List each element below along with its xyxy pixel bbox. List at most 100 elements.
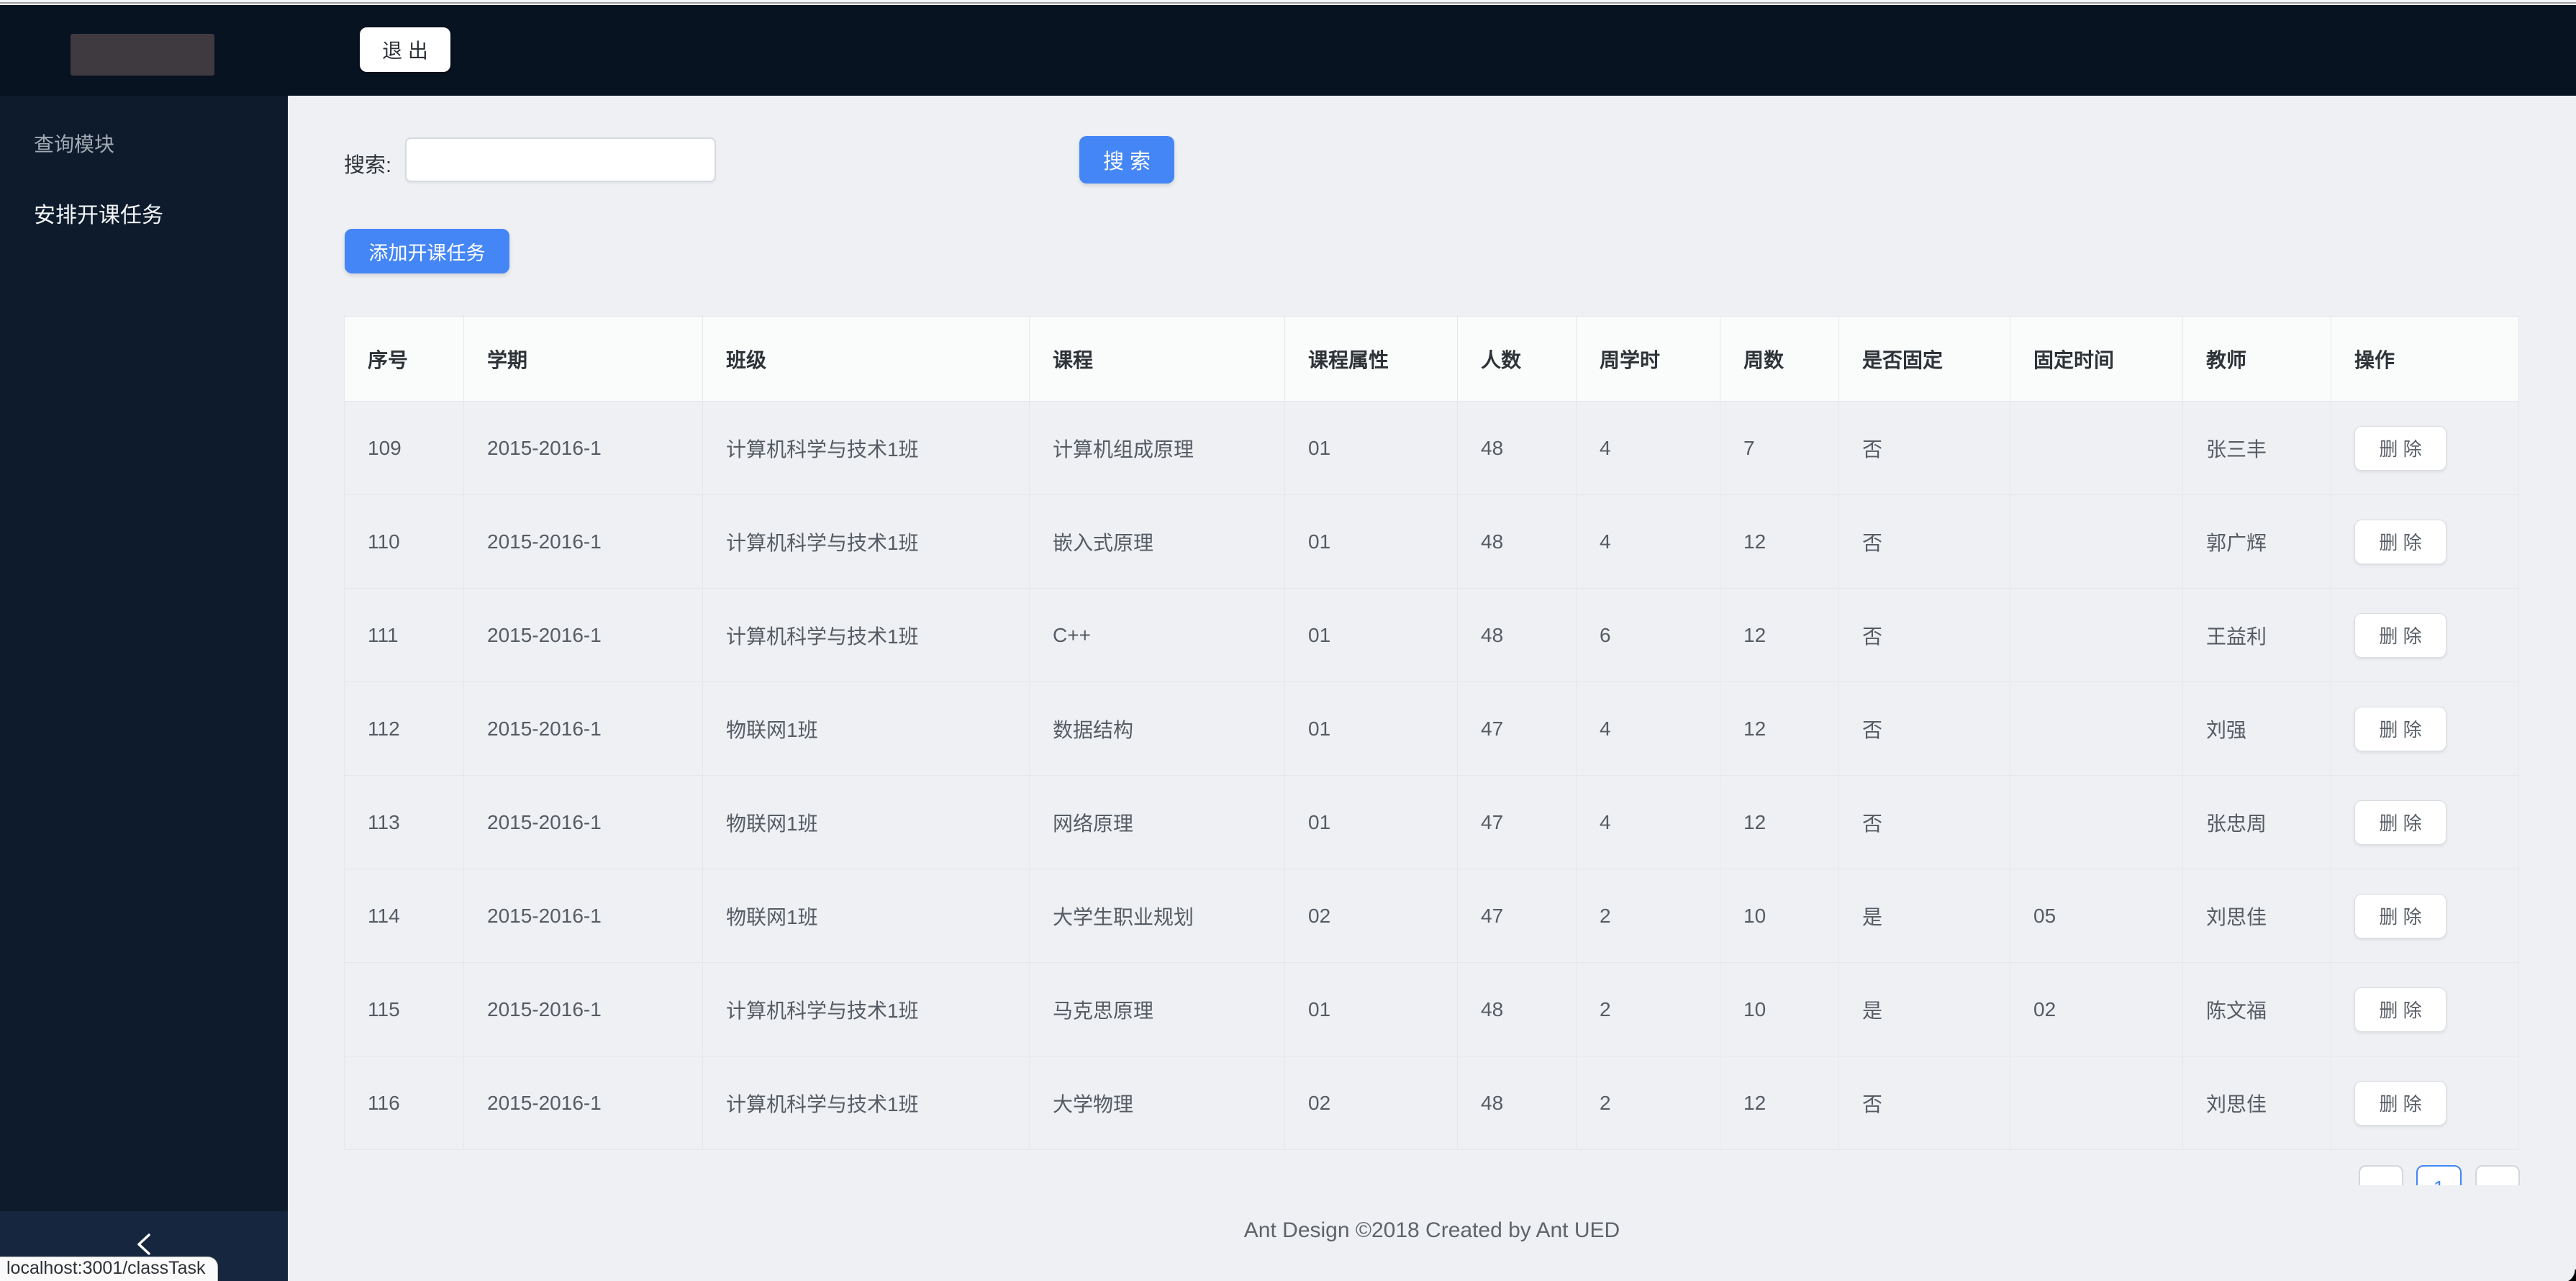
delete-button[interactable]: 删 除 [2354, 987, 2446, 1032]
cell-fixed: 是 [1838, 962, 2010, 1056]
cell-course_type: 02 [1284, 869, 1458, 963]
cell-semester: 2015-2016-1 [463, 869, 703, 963]
cell-course: 大学物理 [1029, 1056, 1285, 1150]
search-button[interactable]: 搜 索 [1079, 136, 1174, 184]
cell-fixed: 是 [1838, 869, 2010, 963]
cell-course_type: 01 [1284, 494, 1458, 589]
cell-id: 111 [344, 588, 464, 682]
cell-class: 物联网1班 [702, 869, 1030, 963]
cell-weekly_hours: 4 [1576, 401, 1720, 495]
cell-semester: 2015-2016-1 [463, 494, 703, 589]
cell-weeks: 7 [1720, 401, 1839, 495]
main-content: 搜索: 搜 索 添加开课任务 序号 学期 班级 课程 课程属性 人数 周学时 周数 是否固定 固定… [288, 96, 2576, 1281]
cell-fixed_time: 05 [2010, 869, 2183, 963]
cell-class: 计算机科学与技术1班 [702, 401, 1030, 495]
table-row: 112 2015-2016-1 物联网1班 数据结构 01 47 4 12 否 刘强删 除 [344, 682, 2519, 776]
delete-button[interactable]: 删 除 [2354, 800, 2446, 845]
cell-class: 物联网1班 [702, 682, 1030, 776]
cell-class: 计算机科学与技术1班 [702, 962, 1030, 1056]
cell-fixed_time [2010, 775, 2183, 869]
cell-weekly_hours: 2 [1576, 962, 1720, 1056]
cell-course: 网络原理 [1029, 775, 1285, 869]
cell-teacher: 郭广辉 [2182, 494, 2331, 589]
cell-class: 物联网1班 [702, 775, 1030, 869]
cell-students: 48 [1457, 1056, 1577, 1150]
pagination-next-button[interactable]: › [2475, 1165, 2520, 1185]
search-label: 搜索: [344, 154, 392, 177]
cell-fixed_time: 02 [2010, 962, 2183, 1056]
cell-weeks: 12 [1720, 1056, 1839, 1150]
cell-course: 马克思原理 [1029, 962, 1285, 1056]
column-header-class: 班级 [702, 316, 1030, 402]
cell-students: 48 [1457, 962, 1577, 1056]
cell-fixed: 否 [1838, 494, 2010, 589]
table-row: 113 2015-2016-1 物联网1班 网络原理 01 47 4 12 否 张忠周删 除 [344, 775, 2519, 869]
cell-teacher: 陈文福 [2182, 962, 2331, 1056]
cell-weeks: 12 [1720, 682, 1839, 776]
cell-weekly_hours: 4 [1576, 775, 1720, 869]
sidebar-item-query-module[interactable]: 查询模块 [34, 129, 114, 158]
delete-button[interactable]: 删 除 [2354, 612, 2446, 658]
cell-id: 109 [344, 401, 464, 495]
column-header-students: 人数 [1457, 316, 1577, 402]
app-header: 退 出 [0, 5, 2576, 96]
table-row: 115 2015-2016-1 计算机科学与技术1班 马克思原理 01 48 2 10 是 02 陈… [344, 962, 2519, 1056]
app-logo [71, 34, 214, 76]
delete-button[interactable]: 删 除 [2354, 1080, 2446, 1126]
cell-semester: 2015-2016-1 [463, 775, 703, 869]
cell-weeks: 12 [1720, 775, 1839, 869]
cell-actions: 删 除 [2331, 682, 2519, 776]
column-header-course: 课程 [1029, 316, 1285, 402]
cell-semester: 2015-2016-1 [463, 401, 703, 495]
cell-weekly_hours: 2 [1576, 1056, 1720, 1150]
delete-button[interactable]: 删 除 [2354, 706, 2446, 751]
cell-weeks: 12 [1720, 494, 1839, 589]
footer-credit: Ant Design ©2018 Created by Ant UED [1243, 1218, 1620, 1242]
delete-button[interactable]: 删 除 [2354, 425, 2446, 471]
column-header-id: 序号 [344, 316, 464, 402]
pagination-prev-button[interactable]: ‹ [2359, 1165, 2403, 1185]
cell-id: 110 [344, 494, 464, 589]
cell-semester: 2015-2016-1 [463, 1056, 703, 1150]
sidebar: 查询模块 安排开课任务 [0, 96, 288, 1281]
cell-class: 计算机科学与技术1班 [702, 588, 1030, 682]
cell-teacher: 刘思佳 [2182, 869, 2331, 963]
cell-students: 47 [1457, 775, 1577, 869]
browser-status-url: localhost:3001/classTask [0, 1257, 218, 1281]
table-row: 114 2015-2016-1 物联网1班 大学生职业规划 02 47 2 10 是 05 刘思佳删… [344, 869, 2519, 963]
column-header-weekly_hours: 周学时 [1576, 316, 1720, 402]
table-row: 109 2015-2016-1 计算机科学与技术1班 计算机组成原理 01 48 4 7 否 张三… [344, 401, 2519, 495]
cell-weekly_hours: 4 [1576, 682, 1720, 776]
column-header-weeks: 周数 [1720, 316, 1839, 402]
cell-actions: 删 除 [2331, 775, 2519, 869]
cell-class: 计算机科学与技术1班 [702, 1056, 1030, 1150]
cell-fixed_time [2010, 1056, 2183, 1150]
cell-teacher: 张忠周 [2182, 775, 2331, 869]
cell-actions: 删 除 [2331, 962, 2519, 1056]
cell-semester: 2015-2016-1 [463, 682, 703, 776]
sidebar-item-class-task[interactable]: 安排开课任务 [34, 197, 163, 229]
logout-button[interactable]: 退 出 [360, 27, 450, 72]
cell-actions: 删 除 [2331, 1056, 2519, 1150]
delete-button[interactable]: 删 除 [2354, 519, 2446, 564]
pagination: ‹ 1 › [2359, 1165, 2523, 1185]
cell-course: 大学生职业规划 [1029, 869, 1285, 963]
pagination-current-page[interactable]: 1 [2416, 1165, 2462, 1185]
cell-weeks: 12 [1720, 588, 1839, 682]
cell-teacher: 张三丰 [2182, 401, 2331, 495]
cell-course: 数据结构 [1029, 682, 1285, 776]
delete-button[interactable]: 删 除 [2354, 893, 2446, 938]
cell-fixed_time [2010, 494, 2183, 589]
cell-weekly_hours: 4 [1576, 494, 1720, 589]
add-task-button[interactable]: 添加开课任务 [345, 229, 509, 273]
cell-course: 计算机组成原理 [1029, 401, 1285, 495]
cell-semester: 2015-2016-1 [463, 962, 703, 1056]
cell-fixed_time [2010, 401, 2183, 495]
column-header-semester: 学期 [463, 316, 703, 402]
column-header-fixed_time: 固定时间 [2010, 316, 2183, 402]
search-input[interactable] [405, 137, 716, 182]
task-table: 序号 学期 班级 课程 课程属性 人数 周学时 周数 是否固定 固定时间 教师 操作 109 2015-… [344, 316, 2519, 1150]
cell-students: 47 [1457, 869, 1577, 963]
cell-fixed: 否 [1838, 775, 2010, 869]
column-header-fixed: 是否固定 [1838, 316, 2010, 402]
